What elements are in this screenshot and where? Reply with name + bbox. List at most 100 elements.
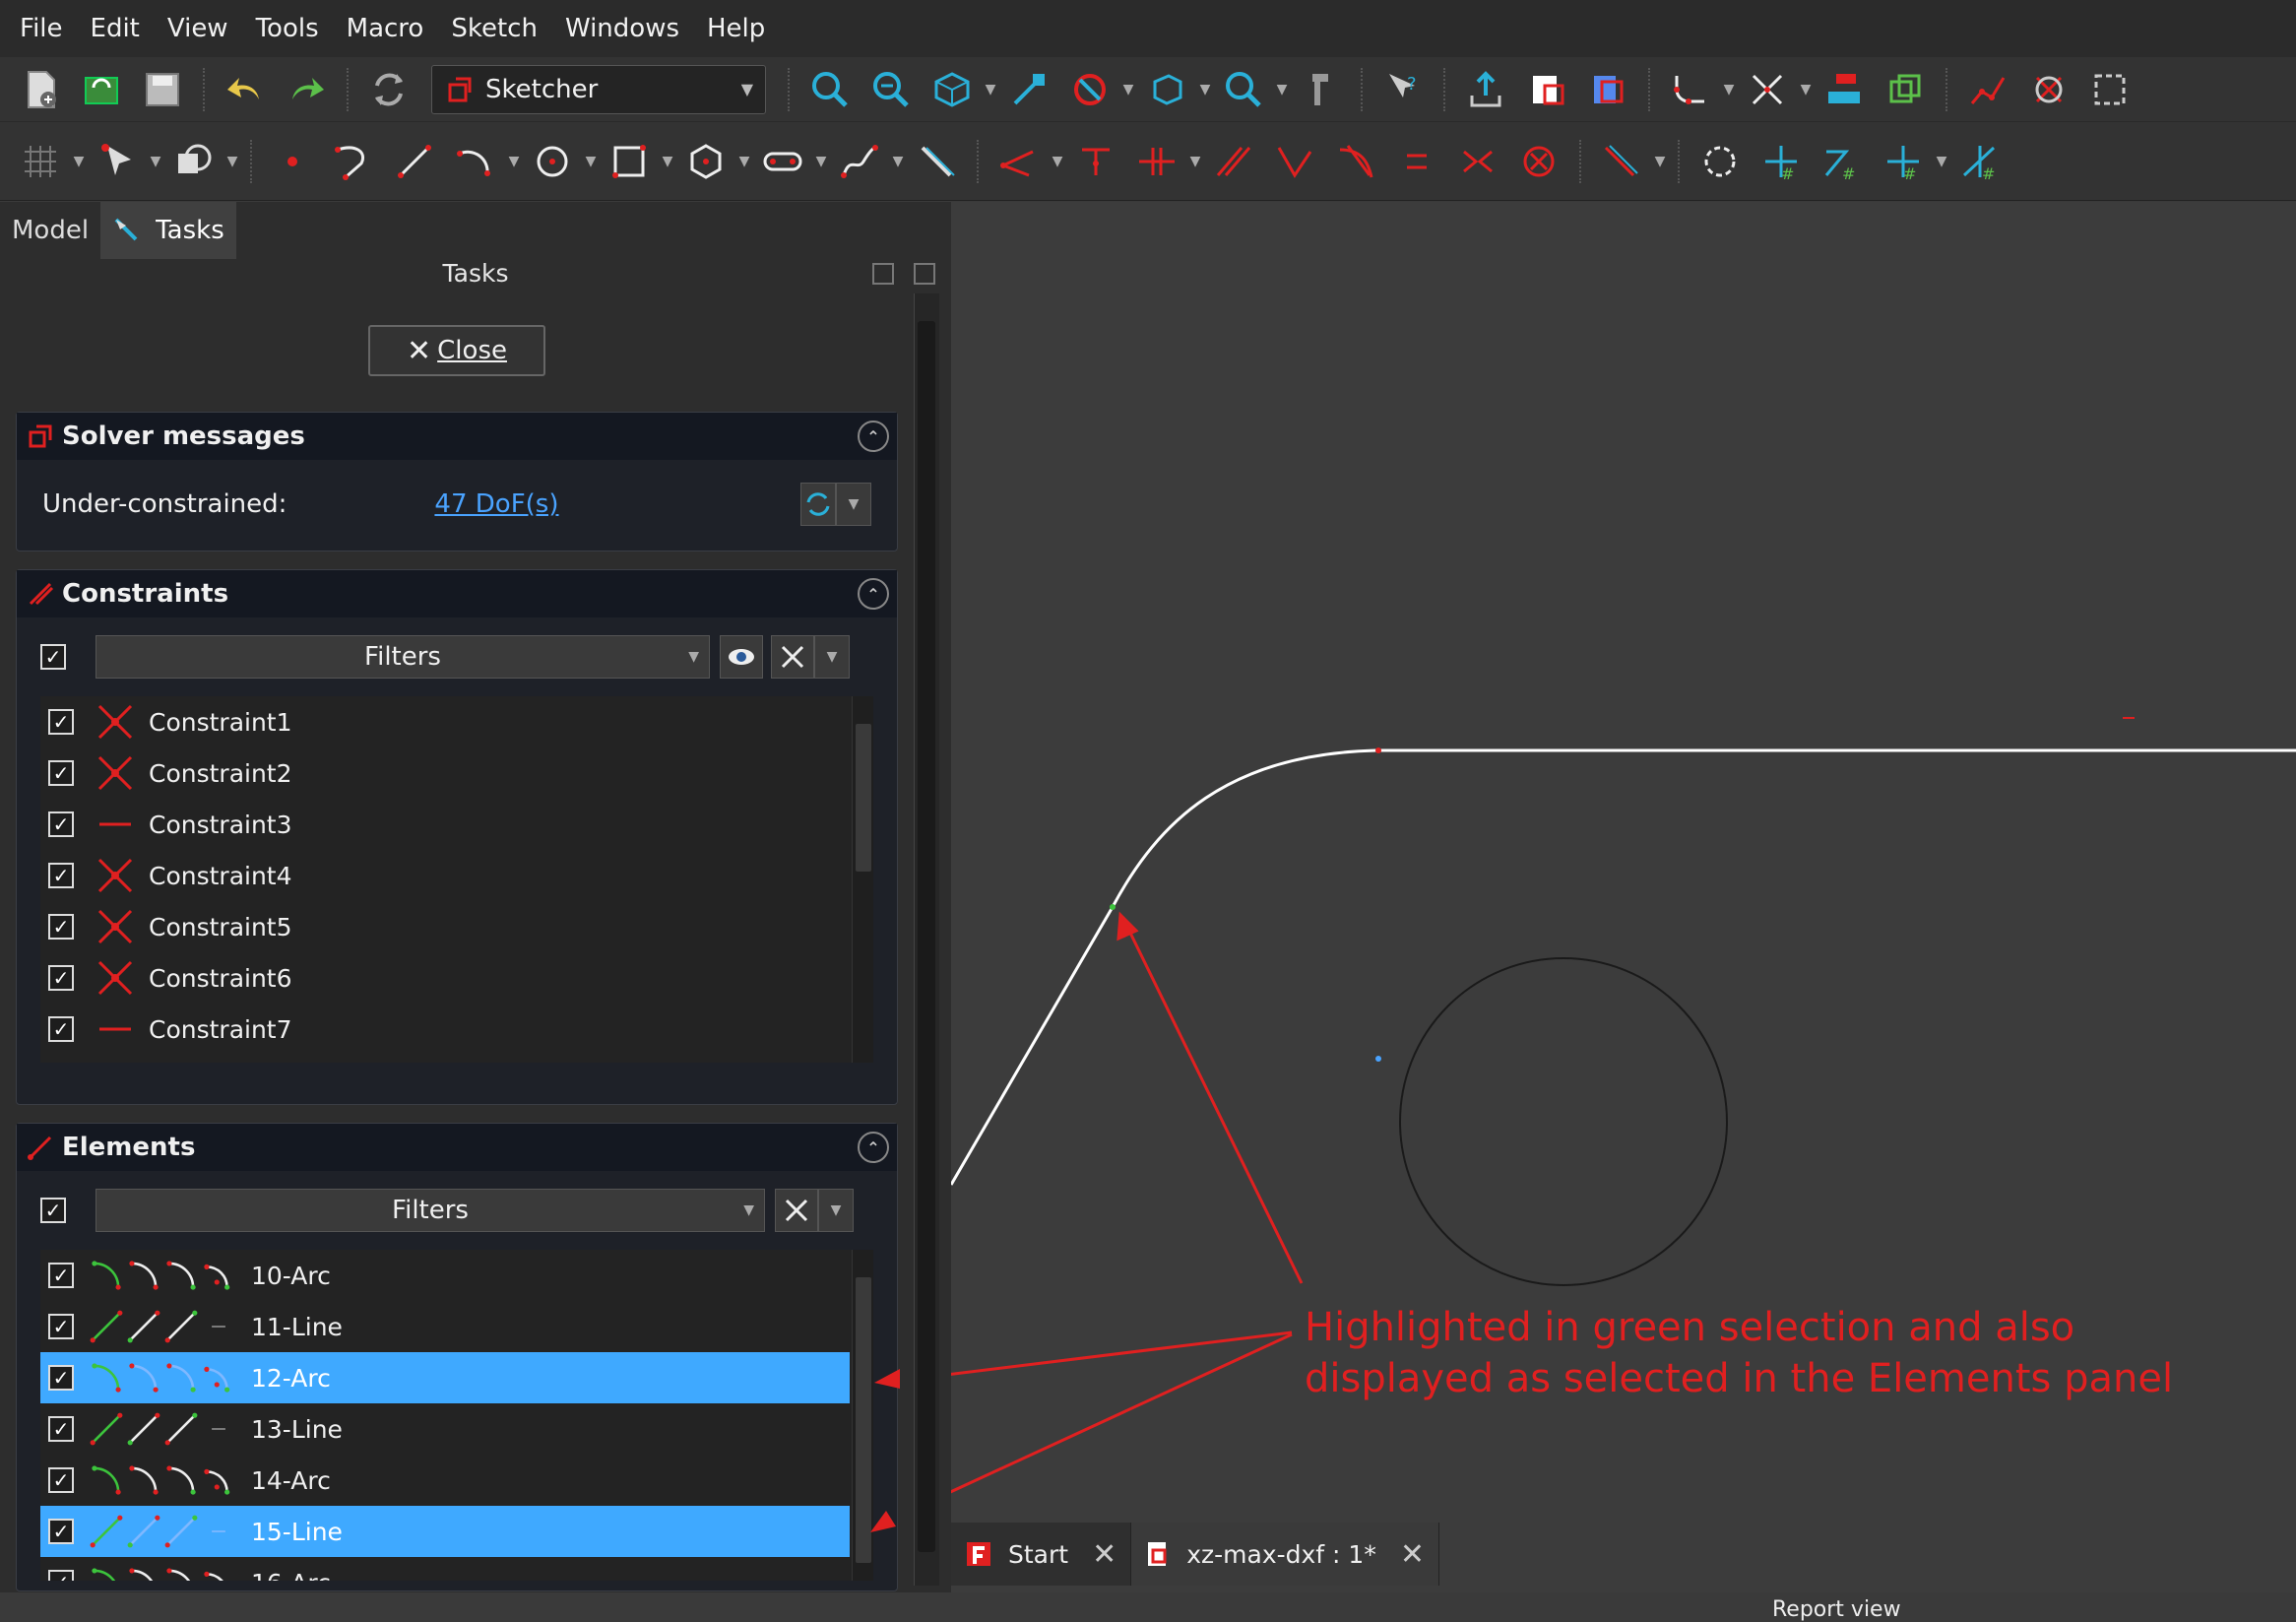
edge-line-icon[interactable] xyxy=(88,1403,125,1455)
element-row[interactable]: ✓ 12-Arc xyxy=(40,1352,850,1403)
start-point-arc-icon[interactable] xyxy=(125,1557,162,1581)
rectangle-icon[interactable] xyxy=(599,132,660,191)
perpendicular-constraint-icon[interactable] xyxy=(1264,132,1325,191)
element-row[interactable]: ✓ 14-Arc xyxy=(40,1455,850,1506)
chevron-down-icon[interactable]: ▼ xyxy=(814,635,850,679)
constraint-row[interactable]: ✓ Constraint3 xyxy=(40,799,873,850)
refresh-icon[interactable] xyxy=(358,60,419,119)
menu-file[interactable]: File xyxy=(6,14,77,43)
chevron-down-icon[interactable]: ▼ xyxy=(506,154,522,169)
mid-point-line-icon[interactable] xyxy=(200,1403,237,1455)
circle-icon[interactable] xyxy=(522,132,583,191)
edge-line-icon[interactable] xyxy=(88,1301,125,1352)
validate-icon[interactable] xyxy=(1957,60,2018,119)
vertical-dimension-icon[interactable]: # xyxy=(1949,132,2010,191)
trim-icon[interactable] xyxy=(1737,60,1798,119)
block-constraint-icon[interactable] xyxy=(1508,132,1569,191)
arc-icon[interactable] xyxy=(445,132,506,191)
mid-point-line-icon[interactable] xyxy=(200,1301,237,1352)
chevron-down-icon[interactable]: ▼ xyxy=(1721,82,1737,97)
constraint-checkbox[interactable]: ✓ xyxy=(48,709,74,735)
constraint-checkbox[interactable]: ✓ xyxy=(48,863,74,888)
constraint-row[interactable]: ✓ Constraint7 xyxy=(40,1004,873,1055)
polyline-icon[interactable] xyxy=(323,132,384,191)
snap-icon[interactable] xyxy=(87,132,148,191)
visibility-eye-icon[interactable] xyxy=(720,635,763,679)
element-checkbox[interactable]: ✓ xyxy=(48,1314,74,1339)
open-file-icon[interactable] xyxy=(71,60,132,119)
elements-header[interactable]: Elements ⌃ xyxy=(17,1124,897,1171)
restore-panel-icon[interactable] xyxy=(872,263,894,285)
new-file-icon[interactable] xyxy=(10,60,71,119)
chevron-down-icon[interactable]: ▼ xyxy=(71,154,87,169)
measure-tool-icon[interactable] xyxy=(1290,60,1351,119)
collapse-icon[interactable]: ⌃ xyxy=(858,578,889,610)
constraint-row[interactable]: ✓ Constraint2 xyxy=(40,747,873,799)
element-checkbox[interactable]: ✓ xyxy=(48,1365,74,1391)
edge-arc-icon[interactable] xyxy=(88,1250,125,1301)
export-icon[interactable] xyxy=(1455,60,1516,119)
symmetry-icon[interactable] xyxy=(2018,60,2079,119)
settings-tools-icon[interactable] xyxy=(775,1189,818,1232)
whats-this-icon[interactable]: ? xyxy=(1372,60,1434,119)
elements-select-all-checkbox[interactable]: ✓ xyxy=(40,1198,66,1223)
element-checkbox[interactable]: ✓ xyxy=(48,1467,74,1493)
polygon-icon[interactable] xyxy=(675,132,736,191)
start-point-line-icon[interactable] xyxy=(125,1301,162,1352)
redo-icon[interactable] xyxy=(276,60,337,119)
mid-point-arc-icon[interactable] xyxy=(200,1250,237,1301)
workbench-selector[interactable]: Sketcher ▼ xyxy=(431,64,766,114)
solver-update-icon[interactable] xyxy=(800,483,836,526)
constraint-checkbox[interactable]: ✓ xyxy=(48,811,74,837)
start-point-line-icon[interactable] xyxy=(125,1403,162,1455)
constraint-row[interactable]: ✓ Constraint5 xyxy=(40,901,873,952)
chevron-down-icon[interactable]: ▼ xyxy=(1934,154,1949,169)
clone-icon[interactable] xyxy=(2079,60,2140,119)
bounding-box-icon[interactable] xyxy=(1136,60,1197,119)
edge-arc-icon[interactable] xyxy=(88,1352,125,1403)
start-point-arc-icon[interactable] xyxy=(125,1250,162,1301)
menu-help[interactable]: Help xyxy=(693,14,779,43)
end-point-arc-icon[interactable] xyxy=(162,1250,200,1301)
start-point-arc-icon[interactable] xyxy=(125,1455,162,1506)
document-tab[interactable]: Start ✕ xyxy=(951,1523,1132,1586)
end-point-line-icon[interactable] xyxy=(162,1506,200,1557)
constraint-row[interactable]: ✓ Constraint4 xyxy=(40,850,873,901)
external-geometry-icon[interactable] xyxy=(1875,60,1936,119)
constraint-checkbox[interactable]: ✓ xyxy=(48,965,74,991)
end-point-line-icon[interactable] xyxy=(162,1301,200,1352)
constraint-checkbox[interactable]: ✓ xyxy=(48,914,74,940)
mid-point-arc-icon[interactable] xyxy=(200,1455,237,1506)
end-point-line-icon[interactable] xyxy=(162,1403,200,1455)
constraints-header[interactable]: Constraints ⌃ xyxy=(17,570,897,617)
chevron-down-icon[interactable]: ▼ xyxy=(736,154,752,169)
constraints-filter-dropdown[interactable]: Filters ▼ xyxy=(96,635,710,679)
grid-icon[interactable] xyxy=(10,132,71,191)
tab-tasks[interactable]: Tasks xyxy=(100,202,236,259)
collapse-icon[interactable]: ⌃ xyxy=(858,421,889,452)
view-section-icon[interactable] xyxy=(1577,60,1638,119)
horizontal-dimension-icon[interactable]: # xyxy=(1873,132,1934,191)
slot-icon[interactable] xyxy=(752,132,813,191)
end-point-arc-icon[interactable] xyxy=(162,1557,200,1581)
radius-dimension-icon[interactable]: # xyxy=(1751,132,1812,191)
coincident-constraint-icon[interactable] xyxy=(989,132,1050,191)
save-icon[interactable] xyxy=(132,60,193,119)
element-row[interactable]: ✓ 15-Line xyxy=(40,1506,850,1557)
chevron-down-icon[interactable]: ▼ xyxy=(983,82,998,97)
menu-edit[interactable]: Edit xyxy=(77,14,154,43)
bspline-icon[interactable] xyxy=(829,132,890,191)
dof-link[interactable]: 47 DoF(s) xyxy=(434,489,558,519)
fillet-icon[interactable] xyxy=(1660,60,1721,119)
mid-point-arc-icon[interactable] xyxy=(200,1557,237,1581)
menu-view[interactable]: View xyxy=(154,14,242,43)
measure-icon[interactable] xyxy=(998,60,1059,119)
edge-arc-icon[interactable] xyxy=(88,1455,125,1506)
constraint-checkbox[interactable]: ✓ xyxy=(48,760,74,786)
menu-tools[interactable]: Tools xyxy=(242,14,333,43)
chevron-down-icon[interactable]: ▼ xyxy=(660,154,675,169)
undo-icon[interactable] xyxy=(215,60,276,119)
tab-model[interactable]: Model xyxy=(0,202,100,259)
element-checkbox[interactable]: ✓ xyxy=(48,1519,74,1544)
mid-point-line-icon[interactable] xyxy=(200,1506,237,1557)
